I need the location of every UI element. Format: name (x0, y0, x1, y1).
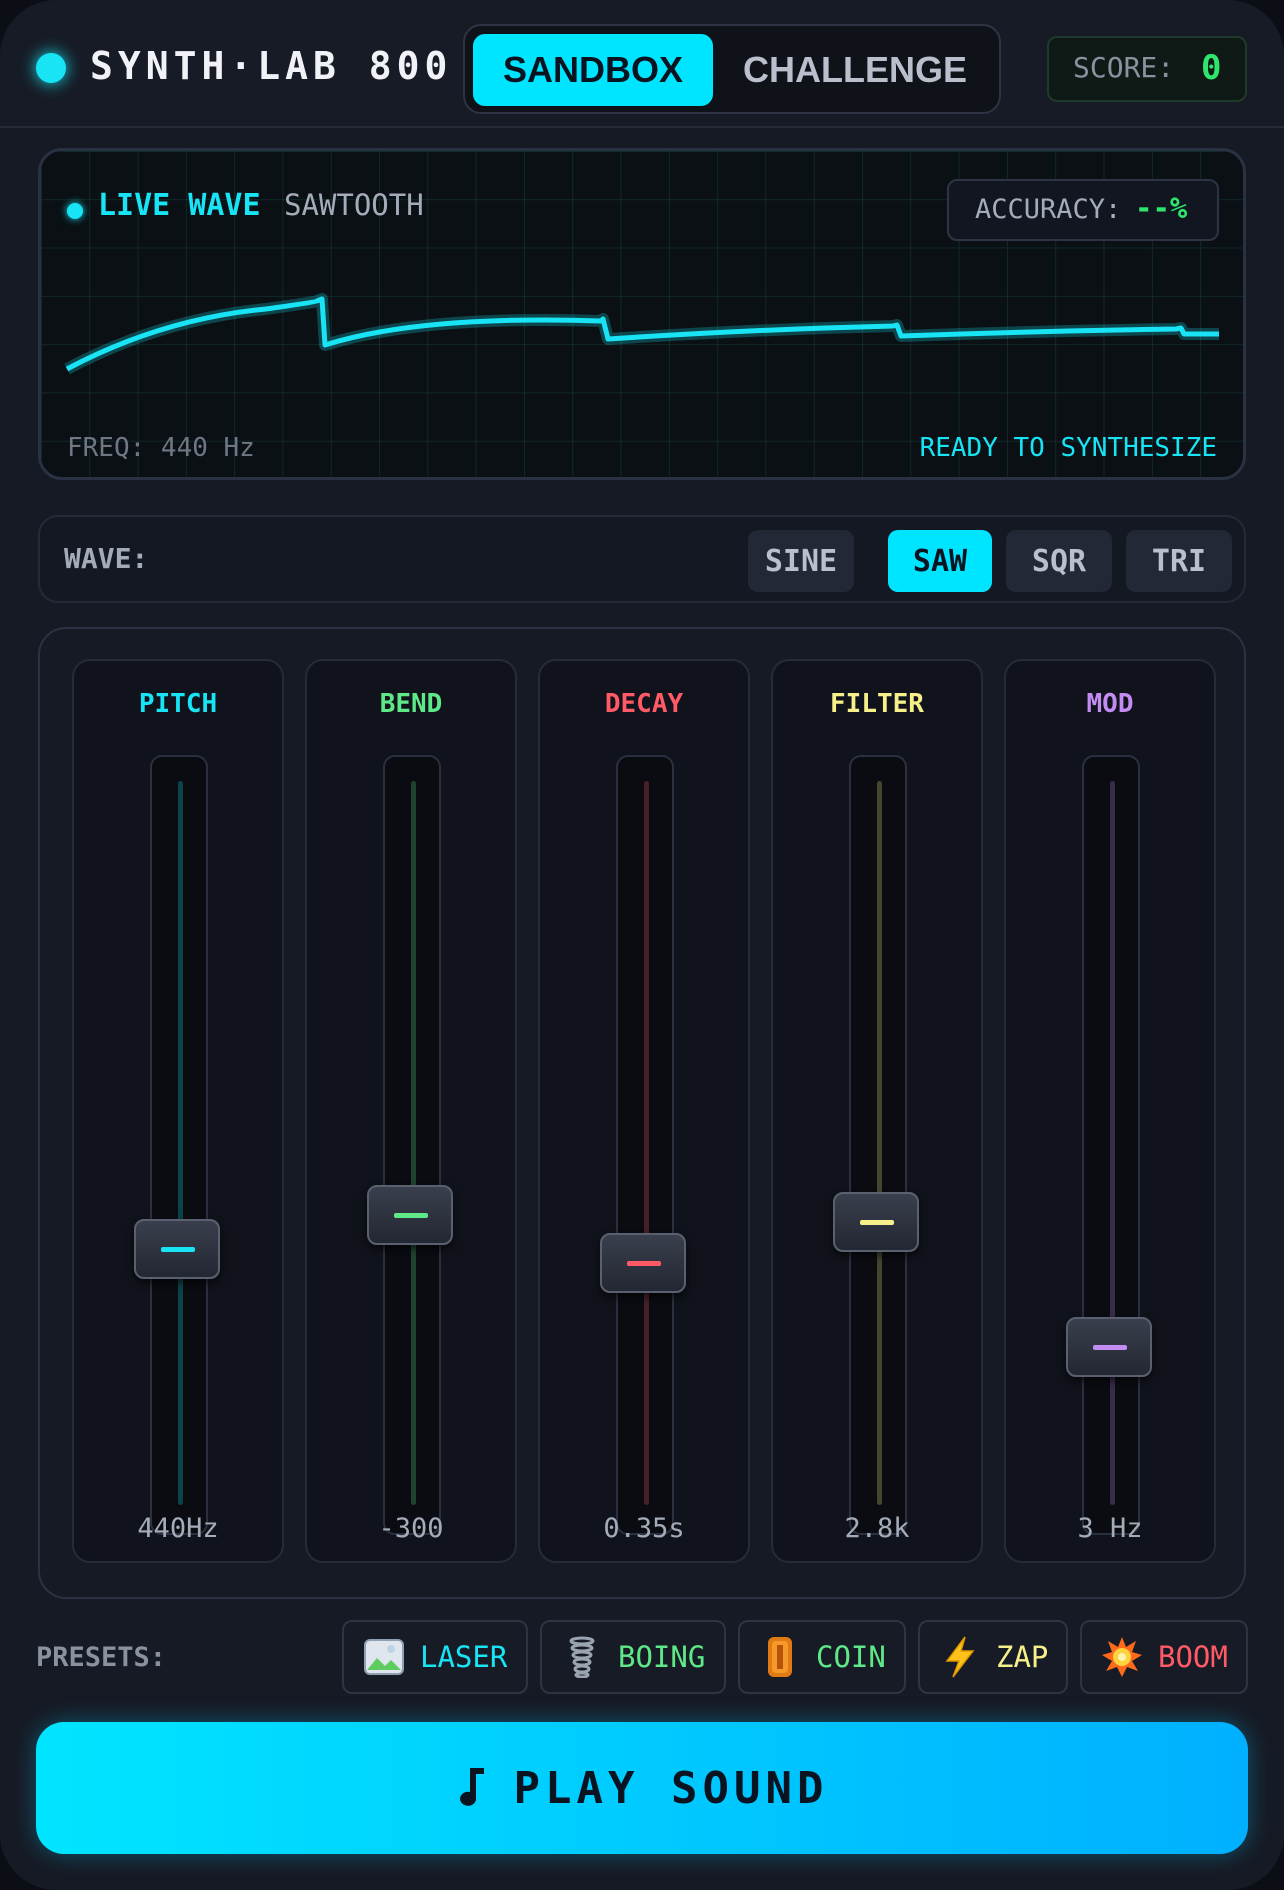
score-label: SCORE: (1073, 51, 1175, 84)
slider-track[interactable] (150, 755, 208, 1535)
thumb-mark (860, 1219, 894, 1225)
slider-rail (411, 781, 416, 1505)
slider-value: 2.8k (844, 1513, 910, 1544)
header: SYNTH·LAB 800 SANDBOX CHALLENGE SCORE: 0 (0, 0, 1284, 128)
app-title: SYNTH·LAB 800 (90, 44, 453, 88)
slider-label: DECAY (604, 689, 684, 719)
slider-track[interactable] (383, 755, 441, 1535)
slider-value: -300 (378, 1513, 444, 1544)
thumb-mark (394, 1212, 428, 1218)
score-display: SCORE: 0 (1047, 36, 1247, 102)
wave-sine-button[interactable]: SINE (748, 530, 854, 592)
thumb-mark (1093, 1344, 1127, 1350)
slider-track[interactable] (1082, 755, 1140, 1535)
slider-value: 440Hz (137, 1513, 219, 1544)
preset-label: ZAP (996, 1640, 1049, 1674)
slider-value: 0.35s (603, 1513, 685, 1544)
presets-row: PRESETS: LASER BOING COIN ZAP BOOM (0, 1606, 1284, 1706)
score-value: 0 (1201, 48, 1222, 88)
power-led-icon (36, 53, 66, 83)
slider-pitch: PITCH 440Hz (72, 659, 284, 1563)
wave-triangle-button[interactable]: TRI (1126, 530, 1232, 592)
play-sound-button[interactable]: PLAY SOUND (36, 1722, 1248, 1854)
slider-track[interactable] (616, 755, 674, 1535)
slider-thumb[interactable] (1066, 1316, 1152, 1377)
slider-thumb[interactable] (134, 1219, 220, 1280)
wave-saw-button[interactable]: SAW (888, 530, 992, 592)
explosion-icon (1100, 1635, 1144, 1679)
slider-thumb[interactable] (833, 1191, 919, 1252)
tab-challenge[interactable]: CHALLENGE (720, 34, 990, 106)
preset-label: COIN (816, 1640, 886, 1674)
synth-app: SYNTH·LAB 800 SANDBOX CHALLENGE SCORE: 0… (0, 0, 1284, 1890)
spring-icon (560, 1635, 604, 1679)
slider-decay: DECAY 0.35s (538, 659, 750, 1563)
preset-zap-button[interactable]: ZAP (918, 1620, 1068, 1694)
oscilloscope-display: LIVE WAVE SAWTOOTH ACCURACY: --% FREQ: 4… (38, 148, 1246, 480)
preset-boom-button[interactable]: BOOM (1080, 1620, 1248, 1694)
mode-tabs: SANDBOX CHALLENGE (463, 24, 1001, 114)
slider-label: PITCH (138, 689, 218, 719)
slider-thumb[interactable] (367, 1184, 453, 1245)
slider-thumb[interactable] (600, 1233, 686, 1294)
laser-icon (362, 1635, 406, 1679)
slider-rail (644, 781, 649, 1505)
slider-label: MOD (1086, 689, 1134, 719)
tab-sandbox[interactable]: SANDBOX (473, 34, 713, 106)
current-wave-name: SAWTOOTH (284, 188, 424, 222)
slider-label: BEND (379, 689, 443, 719)
slider-track[interactable] (849, 755, 907, 1535)
thumb-mark (627, 1261, 661, 1267)
music-note-icon (456, 1764, 488, 1813)
accuracy-label: ACCURACY: (975, 194, 1122, 225)
slider-value: 3 Hz (1077, 1513, 1143, 1544)
lightning-icon (938, 1635, 982, 1679)
slider-label: FILTER (830, 689, 924, 719)
live-wave-label: LIVE WAVE (98, 188, 261, 223)
status-text: READY TO SYNTHESIZE (919, 433, 1217, 463)
preset-label: BOOM (1158, 1640, 1228, 1674)
live-indicator-icon (67, 203, 83, 219)
preset-laser-button[interactable]: LASER (342, 1620, 528, 1694)
wave-selector: WAVE: SINE SAW SQR TRI (38, 515, 1246, 603)
slider-rail (877, 781, 882, 1505)
coin-icon (758, 1635, 802, 1679)
presets-label: PRESETS: (36, 1642, 167, 1673)
slider-panel: PITCH 440Hz BEND -300 DECAY 0.35s FILTER… (38, 627, 1246, 1599)
preset-boing-button[interactable]: BOING (540, 1620, 726, 1694)
thumb-mark (161, 1247, 195, 1253)
frequency-readout: FREQ: 440 Hz (67, 433, 255, 463)
slider-mod: MOD 3 Hz (1004, 659, 1216, 1563)
accuracy-value: --% (1135, 191, 1188, 225)
wave-square-button[interactable]: SQR (1006, 530, 1112, 592)
preset-label: LASER (420, 1640, 508, 1674)
preset-label: BOING (618, 1640, 706, 1674)
wave-label: WAVE: (64, 542, 149, 575)
slider-rail (1110, 781, 1115, 1505)
preset-coin-button[interactable]: COIN (738, 1620, 906, 1694)
slider-filter: FILTER 2.8k (771, 659, 983, 1563)
play-sound-label: PLAY SOUND (513, 1762, 829, 1814)
accuracy-display: ACCURACY: --% (947, 179, 1219, 241)
slider-rail (178, 781, 183, 1505)
slider-bend: BEND -300 (305, 659, 517, 1563)
